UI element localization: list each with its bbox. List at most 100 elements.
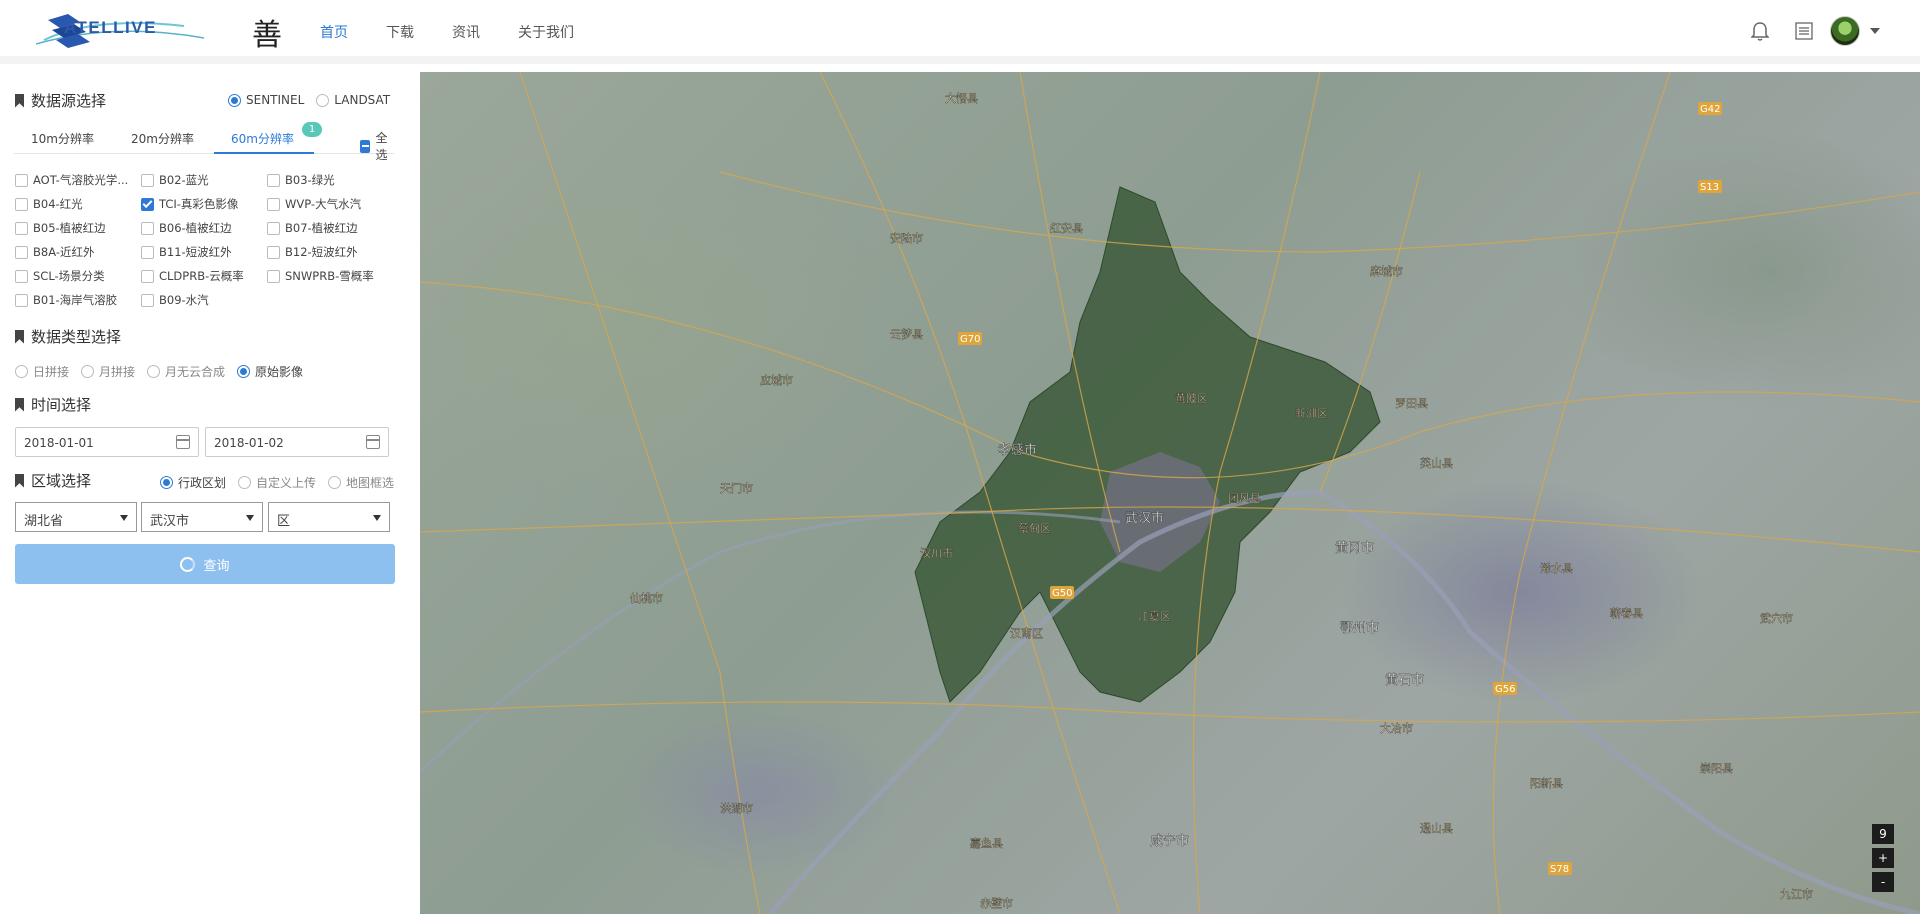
region-title: 区域选择 bbox=[15, 470, 91, 491]
map-place-label: 应城市 bbox=[760, 373, 793, 387]
map-place-label: 孝感市 bbox=[998, 442, 1037, 458]
city-select[interactable]: 武汉市 bbox=[141, 502, 263, 532]
checkbox-icon bbox=[267, 269, 280, 283]
calendar-icon bbox=[366, 435, 380, 449]
band-b12[interactable]: B12-短波红外 bbox=[267, 244, 358, 260]
bookmark-icon bbox=[15, 329, 24, 344]
map-place-label: 蔡甸区 bbox=[1018, 522, 1051, 535]
main-nav: 首页 下载 资讯 关于我们 bbox=[320, 22, 612, 42]
map-place-label: 云梦县 bbox=[890, 328, 923, 341]
query-button[interactable]: 查询 bbox=[15, 544, 395, 584]
checkbox-icon bbox=[15, 197, 28, 211]
map-place-label: 蕲春县 bbox=[1610, 607, 1643, 620]
bell-icon[interactable] bbox=[1748, 19, 1772, 43]
checkbox-icon bbox=[15, 221, 28, 235]
calendar-icon bbox=[176, 435, 190, 449]
datatype-title: 数据类型选择 bbox=[15, 326, 121, 347]
checkbox-icon bbox=[267, 173, 280, 187]
map-place-label: 英山县 bbox=[1420, 456, 1453, 470]
checkbox-icon bbox=[141, 269, 154, 283]
radio-selected-icon bbox=[237, 365, 251, 378]
region-option-upload[interactable]: 自定义上传 bbox=[238, 474, 316, 491]
band-b01[interactable]: B01-海岸气溶胶 bbox=[15, 292, 117, 308]
map-place-label: 团风县 bbox=[1228, 492, 1261, 505]
radio-icon bbox=[316, 93, 330, 107]
top-header: ATELLIVE 善 首页 下载 资讯 关于我们 bbox=[0, 0, 1920, 64]
province-select[interactable]: 湖北省 bbox=[15, 502, 137, 532]
nav-about[interactable]: 关于我们 bbox=[518, 22, 574, 42]
radio-selected-icon bbox=[228, 93, 241, 107]
bookmark-icon bbox=[15, 93, 24, 108]
bookmark-icon bbox=[15, 397, 24, 412]
map-place-label: 九江市 bbox=[1780, 887, 1813, 901]
zoom-level-indicator: 9 bbox=[1872, 824, 1894, 844]
map-place-label: 咸宁市 bbox=[1150, 833, 1189, 849]
map-canvas[interactable]: 孝感市武汉市黄冈市鄂州市黄石市咸宁市 汉川市 黄陂区新洲区蔡甸区江夏区汉南区九江市 天… bbox=[420, 72, 1920, 914]
tab-60m[interactable]: 60m分辨率 bbox=[231, 130, 294, 147]
tab-10m[interactable]: 10m分辨率 bbox=[31, 130, 94, 147]
band-cldprb[interactable]: CLDPRB-云概率 bbox=[141, 268, 244, 284]
datatype-option-cloudfree[interactable]: 月无云合成 bbox=[147, 363, 225, 380]
map-place-label: 赤壁市 bbox=[980, 896, 1013, 910]
list-icon[interactable] bbox=[1792, 19, 1816, 43]
map-place-label: 黄陂区 bbox=[1175, 391, 1208, 405]
map-place-label: 通山县 bbox=[1420, 822, 1453, 835]
radio-icon bbox=[81, 365, 95, 378]
map-place-label: 武汉市 bbox=[1125, 510, 1164, 526]
checkbox-icon bbox=[141, 221, 154, 235]
region-radio-group: 行政区划 自定义上传 地图框选 bbox=[160, 474, 406, 491]
tab-20m[interactable]: 20m分辨率 bbox=[131, 130, 194, 147]
indeterminate-checkbox-icon bbox=[360, 139, 371, 153]
band-b04[interactable]: B04-红光 bbox=[15, 196, 83, 212]
selected-count-badge: 1 bbox=[302, 122, 322, 137]
datasource-option-sentinel[interactable]: SENTINEL bbox=[228, 93, 304, 107]
wuhan-region-overlay bbox=[914, 186, 1381, 703]
nav-download[interactable]: 下载 bbox=[386, 22, 414, 42]
band-wvp[interactable]: WVP-大气水汽 bbox=[267, 196, 361, 212]
map-place-label: 黄冈市 bbox=[1335, 540, 1374, 556]
loading-spinner-icon bbox=[180, 556, 196, 572]
zoom-out-button[interactable]: - bbox=[1872, 872, 1894, 892]
time-title: 时间选择 bbox=[15, 394, 91, 415]
road-label: S78 bbox=[1550, 864, 1569, 875]
map-place-label: 鄂州市 bbox=[1340, 620, 1379, 636]
band-b11[interactable]: B11-短波红外 bbox=[141, 244, 232, 260]
map-place-label: 罗田县 bbox=[1395, 397, 1428, 410]
band-scl[interactable]: SCL-场景分类 bbox=[15, 268, 105, 284]
band-b03[interactable]: B03-绿光 bbox=[267, 172, 335, 188]
checkbox-checked-icon bbox=[141, 197, 154, 211]
nav-home[interactable]: 首页 bbox=[320, 22, 348, 42]
datatype-option-raw[interactable]: 原始影像 bbox=[237, 363, 303, 380]
map-place-label: 天门市 bbox=[720, 481, 753, 495]
district-select[interactable]: 区 bbox=[268, 502, 390, 532]
band-tci[interactable]: TCI-真彩色影像 bbox=[141, 196, 238, 212]
road-label: G42 bbox=[1700, 104, 1720, 115]
datasource-option-landsat[interactable]: LANDSAT bbox=[316, 93, 390, 107]
band-aot[interactable]: AOT-气溶胶光学... bbox=[15, 172, 128, 188]
start-date-input[interactable]: 2018-01-01 bbox=[15, 427, 199, 457]
map-place-label: 安陆市 bbox=[890, 231, 923, 245]
select-all-checkbox[interactable]: 全选 bbox=[360, 129, 394, 163]
band-b07[interactable]: B07-植被红边 bbox=[267, 220, 358, 236]
band-snwprb[interactable]: SNWPRB-雪概率 bbox=[267, 268, 374, 284]
datatype-option-daily[interactable]: 日拼接 bbox=[15, 363, 69, 380]
region-option-draw[interactable]: 地图框选 bbox=[328, 474, 394, 491]
satellite-map[interactable]: 孝感市 武汉市 黄冈市 鄂州市 黄石市 咸宁市 汉川市 黄陂区 新洲区 蔡甸区 江夏区 汉南区 九江市 天… bbox=[420, 72, 1920, 914]
datatype-option-monthly[interactable]: 月拼接 bbox=[81, 363, 135, 380]
checkbox-icon bbox=[15, 245, 28, 259]
map-place-label: 大冶市 bbox=[1380, 721, 1413, 735]
band-b06[interactable]: B06-植被红边 bbox=[141, 220, 232, 236]
end-date-input[interactable]: 2018-01-02 bbox=[205, 427, 389, 457]
user-avatar[interactable] bbox=[1830, 16, 1860, 46]
band-b09[interactable]: B09-水汽 bbox=[141, 292, 209, 308]
nav-news[interactable]: 资讯 bbox=[452, 22, 480, 42]
band-b02[interactable]: B02-蓝光 bbox=[141, 172, 209, 188]
band-b8a[interactable]: B8A-近红外 bbox=[15, 244, 94, 260]
map-place-label: 嘉鱼县 bbox=[970, 836, 1003, 850]
region-option-admin[interactable]: 行政区划 bbox=[160, 474, 226, 491]
user-menu-caret-icon[interactable] bbox=[1870, 28, 1880, 34]
zoom-in-button[interactable]: + bbox=[1872, 848, 1894, 868]
map-place-label: 崇阳县 bbox=[1700, 762, 1733, 775]
band-b05[interactable]: B05-植被红边 bbox=[15, 220, 106, 236]
map-place-label: 红安县 bbox=[1050, 221, 1083, 235]
